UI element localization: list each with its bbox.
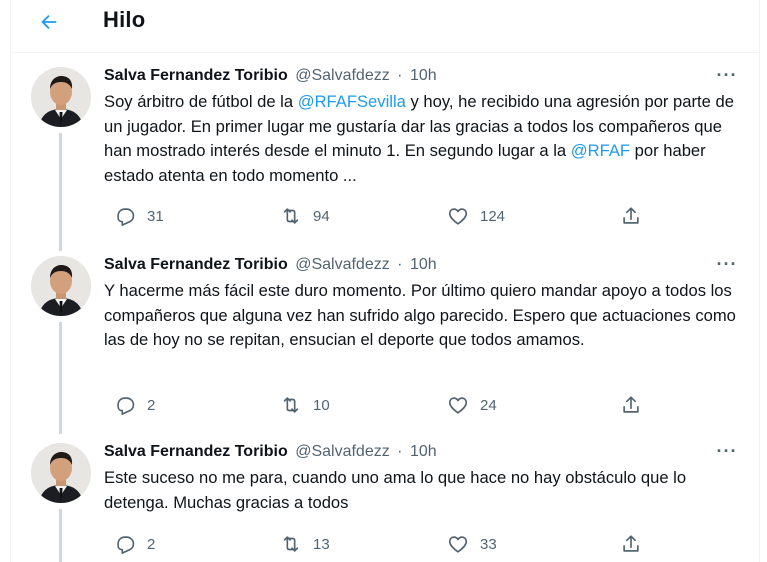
like-button[interactable]: 33 bbox=[447, 532, 497, 556]
retweet-icon bbox=[283, 208, 299, 224]
reply-count: 31 bbox=[147, 207, 164, 225]
more-icon[interactable]: ··· bbox=[715, 441, 739, 461]
heart-icon bbox=[448, 397, 468, 414]
retweet-button[interactable]: 94 bbox=[280, 204, 330, 228]
tweet-text: Soy árbitro de fútbol de la @RFAFSevilla… bbox=[104, 90, 744, 188]
tweet-actions: 2 13 33 bbox=[104, 532, 664, 556]
author-name[interactable]: Salva Fernandez Toribio bbox=[104, 67, 288, 84]
reply-count: 2 bbox=[147, 535, 156, 553]
thread-line bbox=[59, 322, 62, 434]
thread-line bbox=[59, 133, 62, 251]
avatar[interactable] bbox=[31, 256, 91, 316]
separator-dot: · bbox=[397, 67, 403, 84]
mention-link[interactable]: @RFAF bbox=[571, 141, 630, 160]
avatar[interactable] bbox=[31, 67, 91, 127]
retweet-button[interactable]: 10 bbox=[280, 393, 330, 417]
retweet-count: 94 bbox=[313, 207, 330, 225]
author-handle[interactable]: @Salvafdezz bbox=[295, 256, 390, 273]
author-handle[interactable]: @Salvafdezz bbox=[295, 67, 390, 84]
thread-panel: Hilo Salva Fernandez Toribio @Salvafdezz… bbox=[10, 0, 760, 562]
author-name[interactable]: Salva Fernandez Toribio bbox=[104, 256, 288, 273]
avatar-image bbox=[31, 67, 91, 127]
reply-button[interactable]: 31 bbox=[114, 204, 164, 228]
tweet-header: Salva Fernandez Toribio @Salvafdezz · 10… bbox=[104, 256, 437, 274]
like-button[interactable]: 124 bbox=[447, 204, 505, 228]
retweet-count: 10 bbox=[313, 396, 330, 414]
retweet-button[interactable]: 13 bbox=[280, 532, 330, 556]
more-icon[interactable]: ··· bbox=[715, 65, 739, 85]
reply-icon bbox=[117, 536, 135, 554]
share-icon bbox=[623, 207, 639, 224]
reply-button[interactable]: 2 bbox=[114, 532, 155, 556]
tweet-3[interactable]: Salva Fernandez Toribio @Salvafdezz · 10… bbox=[11, 441, 759, 562]
tweet-time[interactable]: 10h bbox=[410, 67, 437, 84]
tweet-header: Salva Fernandez Toribio @Salvafdezz · 10… bbox=[104, 443, 437, 461]
reply-count: 2 bbox=[147, 396, 156, 414]
reply-icon bbox=[117, 397, 135, 415]
like-count: 24 bbox=[480, 396, 497, 414]
share-button[interactable] bbox=[620, 393, 642, 417]
retweet-icon bbox=[283, 397, 299, 413]
back-button[interactable] bbox=[35, 8, 63, 36]
share-icon bbox=[623, 396, 639, 413]
page-title: Hilo bbox=[103, 7, 146, 32]
tweet-text-part: Soy árbitro de fútbol de la bbox=[104, 92, 298, 111]
heart-icon bbox=[448, 208, 468, 225]
tweet-2[interactable]: Salva Fernandez Toribio @Salvafdezz · 10… bbox=[11, 254, 759, 436]
author-name[interactable]: Salva Fernandez Toribio bbox=[104, 443, 288, 460]
tweet-1[interactable]: Salva Fernandez Toribio @Salvafdezz · 10… bbox=[11, 65, 759, 257]
separator-dot: · bbox=[397, 256, 403, 273]
like-button[interactable]: 24 bbox=[447, 393, 497, 417]
avatar[interactable] bbox=[31, 443, 91, 503]
tweet-time[interactable]: 10h bbox=[410, 256, 437, 273]
more-icon[interactable]: ··· bbox=[715, 254, 739, 274]
retweet-count: 13 bbox=[313, 535, 330, 553]
avatar-image bbox=[31, 256, 91, 316]
tweet-header: Salva Fernandez Toribio @Salvafdezz · 10… bbox=[104, 67, 437, 85]
tweet-time[interactable]: 10h bbox=[410, 443, 437, 460]
mention-link[interactable]: @RFAFSevilla bbox=[298, 92, 406, 111]
share-button[interactable] bbox=[620, 204, 642, 228]
author-handle[interactable]: @Salvafdezz bbox=[295, 443, 390, 460]
share-icon bbox=[623, 535, 639, 552]
share-button[interactable] bbox=[620, 532, 642, 556]
heart-icon bbox=[448, 536, 468, 553]
arrow-left-icon bbox=[41, 14, 57, 30]
avatar-image bbox=[31, 443, 91, 503]
reply-icon bbox=[117, 208, 135, 226]
tweet-actions: 31 94 124 bbox=[104, 204, 664, 228]
thread-line bbox=[59, 509, 62, 562]
reply-button[interactable]: 2 bbox=[114, 393, 155, 417]
retweet-icon bbox=[283, 536, 299, 552]
tweet-actions: 2 10 24 bbox=[104, 393, 664, 417]
separator-dot: · bbox=[397, 443, 403, 460]
thread-header: Hilo bbox=[11, 0, 759, 53]
like-count: 33 bbox=[480, 535, 497, 553]
like-count: 124 bbox=[480, 207, 506, 225]
tweet-text: Y hacerme más fácil este duro momento. P… bbox=[104, 281, 736, 349]
tweet-text: Este suceso no me para, cuando uno ama l… bbox=[104, 468, 687, 512]
